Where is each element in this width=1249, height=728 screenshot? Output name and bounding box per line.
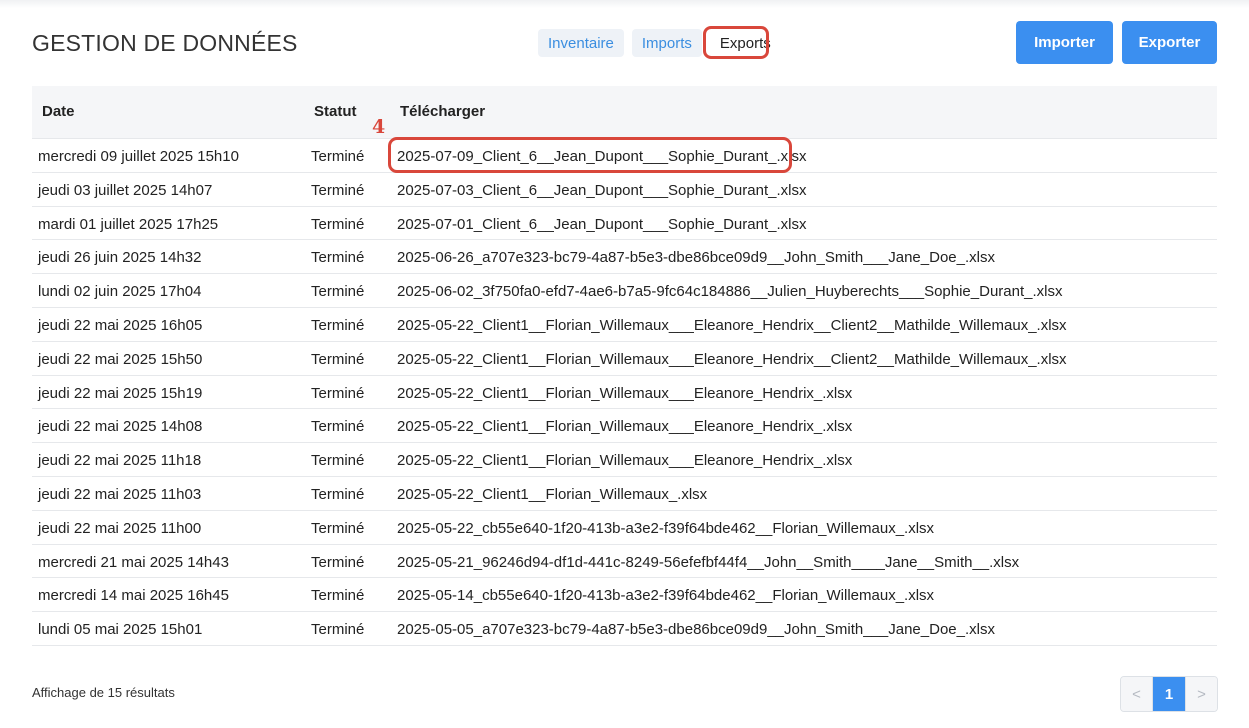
table-row: mardi 01 juillet 2025 17h25 Terminé 2025-0… (32, 207, 1217, 241)
row-download-link[interactable]: 2025-05-22_Client1__Florian_Willemaux___… (397, 351, 1067, 368)
tab-imports[interactable]: Imports (631, 29, 702, 57)
row-status: Terminé (311, 215, 365, 233)
row-download-link[interactable]: 2025-05-22_Client1__Florian_Willemaux___… (397, 317, 1067, 334)
top-shadow (0, 0, 1249, 8)
table-row: lundi 05 mai 2025 15h01 Terminé 2025-05-05… (32, 612, 1217, 646)
row-date: mercredi 09 juillet 2025 15h10 (38, 148, 239, 165)
tab-exports[interactable]: Exports (709, 29, 781, 57)
row-download-link[interactable]: 2025-05-05_a707e323-bc79-4a87-b5e3-dbe86… (397, 621, 995, 638)
row-date: jeudi 22 mai 2025 14h08 (38, 418, 203, 436)
pagination-next-button[interactable]: > (1185, 677, 1217, 711)
row-status: Terminé (311, 350, 365, 368)
table-row: jeudi 22 mai 2025 16h05 Terminé 2025-05-22… (32, 308, 1217, 342)
row-download-link[interactable]: 2025-05-14_cb55e640-1f20-413b-a3e2-f39f6… (397, 587, 934, 604)
row-date: lundi 05 mai 2025 15h01 (38, 621, 203, 639)
row-status: Terminé (311, 418, 365, 436)
table-row: jeudi 03 juillet 2025 14h07 Terminé 2025-0… (32, 173, 1217, 207)
row-download-link[interactable]: 2025-06-26_a707e323-bc79-4a87-b5e3-dbe86… (397, 249, 995, 266)
row-date: jeudi 26 juin 2025 14h32 (38, 249, 202, 267)
row-status: Terminé (311, 316, 365, 334)
tab-bar: Inventaire Imports Exports (538, 29, 781, 57)
table-row: jeudi 22 mai 2025 11h00 Terminé 2025-05-22… (32, 511, 1217, 545)
row-date: jeudi 22 mai 2025 11h00 (38, 519, 202, 537)
row-date: lundi 02 juin 2025 17h04 (38, 283, 202, 301)
table-row: jeudi 22 mai 2025 11h18 Terminé 2025-05-22… (32, 443, 1217, 477)
row-date: jeudi 22 mai 2025 15h50 (38, 350, 203, 368)
row-date: mercredi 14 mai 2025 16h45 (38, 587, 229, 605)
table-row: mercredi 21 mai 2025 14h43 Terminé 2025-05… (32, 545, 1217, 579)
row-date: jeudi 22 mai 2025 11h03 (38, 485, 202, 503)
row-status: Terminé (311, 621, 365, 639)
row-date: jeudi 22 mai 2025 15h19 (38, 384, 203, 402)
row-download-link[interactable]: 2025-07-09_Client_6__Jean_Dupont___Sophi… (397, 148, 806, 165)
table-header: Date Statut Télécharger (32, 86, 1217, 139)
row-date: mardi 01 juillet 2025 17h25 (38, 215, 219, 233)
row-download-link[interactable]: 2025-05-22_Client1__Florian_Willemaux_.x… (397, 486, 707, 503)
row-download-link[interactable]: 2025-05-22_Client1__Florian_Willemaux___… (397, 418, 852, 435)
column-header-status: Statut (314, 103, 357, 120)
tab-inventaire[interactable]: Inventaire (538, 29, 624, 57)
row-status: Terminé (311, 519, 365, 537)
row-status: Terminé (311, 384, 365, 402)
annotation-number: 4 (372, 116, 386, 138)
row-date: jeudi 03 juillet 2025 14h07 (38, 181, 213, 199)
table-row: mercredi 14 mai 2025 16h45 Terminé 2025-05… (32, 578, 1217, 613)
results-count: Affichage de 15 résultats (32, 685, 175, 700)
row-download-link[interactable]: 2025-05-22_Client1__Florian_Willemaux___… (397, 385, 852, 402)
pagination: < 1 > (1120, 676, 1218, 712)
row-download-link[interactable]: 2025-07-01_Client_6__Jean_Dupont___Sophi… (397, 216, 806, 233)
table-row: lundi 02 juin 2025 17h04 Terminé 2025-06-0… (32, 274, 1217, 308)
row-download-link[interactable]: 2025-05-22_cb55e640-1f20-413b-a3e2-f39f6… (397, 520, 934, 537)
export-button[interactable]: Exporter (1122, 21, 1217, 64)
table-row: mercredi 09 juillet 2025 15h10 Terminé 202… (32, 139, 1217, 173)
row-download-link[interactable]: 2025-05-21_96246d94-df1d-441c-8249-56efe… (397, 554, 1019, 571)
page-title: GESTION DE DONNÉES (32, 30, 298, 56)
table-row: jeudi 26 juin 2025 14h32 Terminé 2025-06-2… (32, 240, 1217, 275)
row-download-link[interactable]: 2025-06-02_3f750fa0-efd7-4ae6-b7a5-9fc64… (397, 283, 1063, 300)
table-row: jeudi 22 mai 2025 15h50 Terminé 2025-05-22… (32, 342, 1217, 376)
row-download-link[interactable]: 2025-05-22_Client1__Florian_Willemaux___… (397, 452, 852, 469)
pagination-prev-button[interactable]: < (1121, 677, 1153, 711)
table-row: jeudi 22 mai 2025 14h08 Terminé 2025-05-22… (32, 409, 1217, 444)
row-status: Terminé (311, 587, 365, 605)
table-row: jeudi 22 mai 2025 11h03 Terminé 2025-05-22… (32, 477, 1217, 511)
pagination-page-1[interactable]: 1 (1153, 677, 1185, 711)
row-status: Terminé (311, 452, 365, 470)
column-header-download: Télécharger (400, 103, 486, 120)
table-row: jeudi 22 mai 2025 15h19 Terminé 2025-05-22… (32, 376, 1217, 410)
row-status: Terminé (311, 485, 365, 503)
exports-table-body: mercredi 09 juillet 2025 15h10 Terminé 202… (32, 139, 1217, 646)
row-status: Terminé (311, 148, 365, 165)
import-button[interactable]: Importer (1016, 21, 1113, 64)
row-date: jeudi 22 mai 2025 11h18 (38, 452, 202, 470)
column-header-date: Date (42, 103, 75, 120)
row-download-link[interactable]: 2025-07-03_Client_6__Jean_Dupont___Sophi… (397, 182, 806, 199)
row-status: Terminé (311, 283, 365, 301)
row-status: Terminé (311, 249, 365, 267)
row-status: Terminé (311, 553, 365, 571)
row-date: jeudi 22 mai 2025 16h05 (38, 316, 203, 334)
row-status: Terminé (311, 181, 365, 199)
row-date: mercredi 21 mai 2025 14h43 (38, 553, 229, 571)
